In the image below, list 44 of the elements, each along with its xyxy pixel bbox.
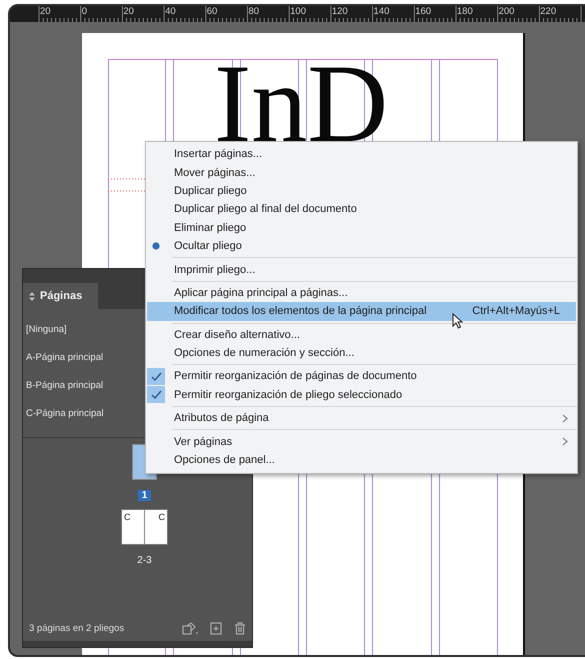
menu-item[interactable]: Modificar todos los elementos de la página principal Ctrl+Alt+Mayús+L — [147, 302, 576, 321]
page-number[interactable]: 1 — [138, 490, 152, 501]
menu-item[interactable]: Ver páginas — [147, 432, 576, 451]
chevron-icon — [562, 414, 568, 423]
ruler-label: 200 — [498, 6, 516, 19]
ruler-label: 20 — [39, 6, 52, 19]
sort-icon — [29, 292, 35, 300]
menu-item[interactable]: Mover páginas... — [147, 163, 576, 182]
ruler-label: 20 — [122, 6, 135, 19]
ruler-label: 180 — [456, 6, 474, 19]
document-text: InD — [214, 63, 388, 145]
spread-thumbnail[interactable]: C C — [121, 509, 168, 545]
menu-item[interactable]: Eliminar pliego — [147, 218, 576, 237]
ruler-label: 100 — [289, 6, 307, 19]
ruler-label: 40 — [164, 6, 177, 19]
ruler-label: 0 — [80, 6, 88, 19]
panel-tab[interactable]: Páginas — [23, 283, 98, 309]
menu-item[interactable]: Atributos de página — [147, 409, 576, 428]
parent-letter: C — [123, 511, 132, 524]
ruler-label: 160 — [414, 6, 432, 19]
page-size-icon[interactable] — [182, 622, 198, 634]
ruler-label: 60 — [206, 6, 218, 19]
menu-item[interactable]: Opciones de numeración y sección... — [147, 344, 576, 362]
chevron-icon — [562, 437, 568, 446]
menu-item[interactable]: Permitir reorganización de páginas de documento — [147, 367, 576, 386]
menu-item[interactable]: Crear diseño alternativo... — [147, 326, 576, 344]
menu-item[interactable]: Aplicar página principal a páginas... — [147, 284, 576, 302]
trash-icon[interactable] — [234, 622, 246, 634]
page-count: 3 páginas en 2 pliegos — [29, 622, 126, 634]
menu-item[interactable]: Opciones de panel... — [147, 450, 576, 470]
ruler-label: 220 — [539, 6, 558, 19]
new-page-icon[interactable] — [210, 622, 222, 634]
ruler-label: 120 — [330, 6, 349, 19]
menu-item[interactable]: Duplicar pliego — [147, 182, 576, 200]
menu-item[interactable]: Insertar páginas... — [147, 145, 576, 164]
cursor-icon — [452, 313, 463, 329]
page-number[interactable]: 2-3 — [133, 555, 156, 566]
ruler-label: 140 — [372, 6, 390, 19]
menu-item[interactable]: Permitir reorganización de pliego seleccionado — [147, 386, 576, 404]
menu-item[interactable]: Ocultar pliego — [147, 236, 576, 256]
menu-item[interactable]: Duplicar pliego al final del documento — [147, 200, 576, 219]
parent-letter: C — [158, 511, 166, 524]
ruler-label: 80 — [247, 6, 260, 19]
menu-item[interactable]: Imprimir pliego... — [147, 260, 576, 279]
